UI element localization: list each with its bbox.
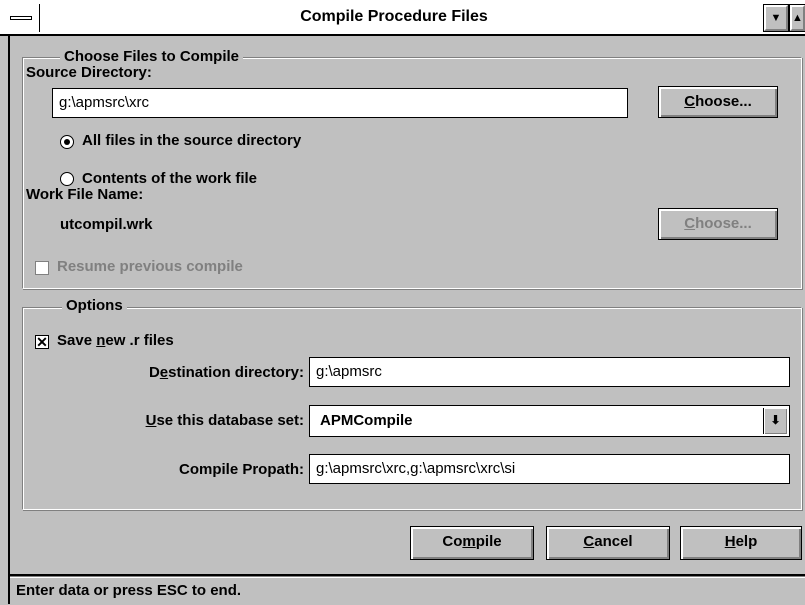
source-directory-label: Source Directory: xyxy=(26,64,152,81)
dropdown-arrow-icon[interactable]: ⬇ xyxy=(763,408,787,434)
choose-files-group-label: Choose Files to Compile xyxy=(60,48,244,65)
radio-all-files[interactable] xyxy=(60,135,74,149)
radio-work-file-label: Contents of the work file xyxy=(82,170,258,187)
choose-work-file-button-label: hoose... xyxy=(695,215,752,232)
window-frame xyxy=(8,36,10,604)
compile-propath-input[interactable]: g:\apmsrc\xrc,g:\apmsrc\xrc\si xyxy=(309,454,790,484)
help-button[interactable]: Help xyxy=(680,526,802,560)
compile-propath-label: Compile Propath: xyxy=(178,461,304,478)
minimize-button[interactable]: ▼ xyxy=(763,4,789,32)
radio-all-files-label: All files in the source directory xyxy=(82,132,302,149)
choose-work-file-button[interactable]: Choose... xyxy=(658,208,778,240)
database-set-label: Use this database set: xyxy=(145,412,304,429)
database-set-select[interactable]: APMCompile ⬇ xyxy=(309,405,790,437)
resume-checkbox[interactable] xyxy=(35,261,49,275)
status-bar: Enter data or press ESC to end. xyxy=(10,576,805,604)
source-directory-input[interactable]: g:\apmsrc\xrc xyxy=(52,88,628,118)
window-title: Compile Procedure Files xyxy=(300,8,488,25)
work-file-name-label: Work File Name: xyxy=(26,186,144,203)
destination-directory-label: Destination directory: xyxy=(148,364,304,381)
compile-button[interactable]: Compile xyxy=(410,526,534,560)
system-menu-icon[interactable] xyxy=(4,4,40,32)
resume-checkbox-label: Resume previous compile xyxy=(57,258,243,275)
radio-work-file[interactable] xyxy=(60,172,74,186)
work-file-name-value: utcompil.wrk xyxy=(60,216,153,233)
title-bar: Compile Procedure Files ▼ ▲ xyxy=(0,0,805,36)
save-r-files-label: Save new .r files xyxy=(57,332,174,349)
save-r-files-checkbox[interactable]: ✕ xyxy=(35,335,49,349)
database-set-value: APMCompile xyxy=(320,412,413,429)
cancel-button[interactable]: Cancel xyxy=(546,526,670,560)
maximize-button[interactable]: ▲ xyxy=(789,4,805,32)
choose-source-button[interactable]: Choose... xyxy=(658,86,778,118)
destination-directory-input[interactable]: g:\apmsrc xyxy=(309,357,790,387)
choose-source-button-label: hoose... xyxy=(695,93,752,110)
options-group-label: Options xyxy=(62,297,127,314)
